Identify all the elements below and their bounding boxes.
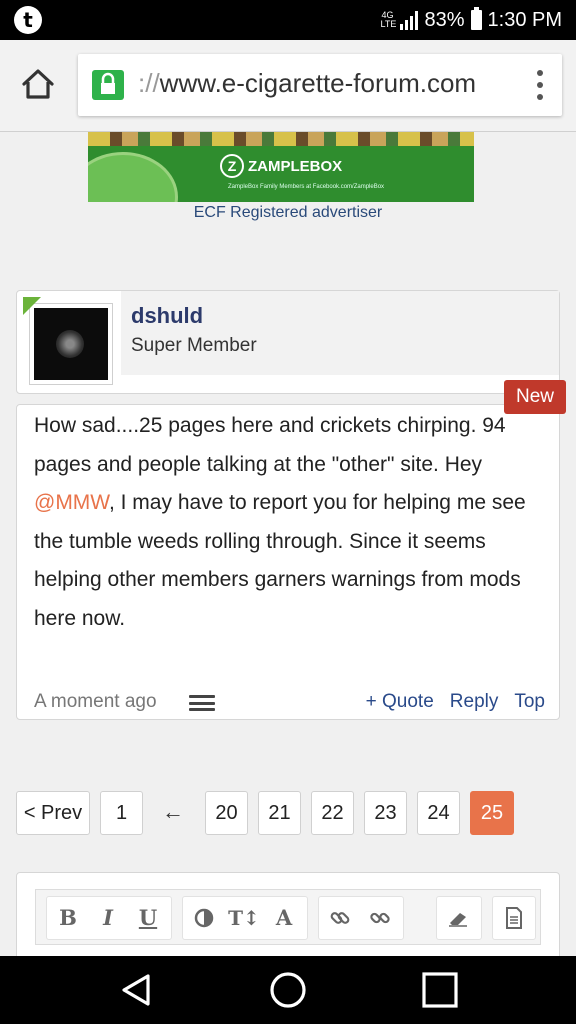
ad-product-image [88,132,474,146]
message-text-start: How sad....25 pages here and crickets ch… [34,414,506,476]
address-bar[interactable]: ://www.e-cigarette-forum.com [78,54,562,116]
battery-icon [470,7,482,30]
ad-logo: Z ZAMPLEBOX [220,154,342,178]
back-icon[interactable] [116,970,156,1010]
user-info: dshuld Super Member [121,291,559,375]
post-actions: + Quote Reply Top [366,691,545,713]
bold-button[interactable]: B [51,897,85,939]
post-timestamp[interactable]: A moment ago [34,691,157,713]
advertisement-banner[interactable]: Z ZAMPLEBOX ZampleBox Family Members at … [88,132,474,202]
new-badge: New [504,380,566,414]
document-icon[interactable] [497,897,531,939]
link-group [318,896,404,940]
ad-fine-print: ZampleBox Family Members at Facebook.com… [228,184,385,190]
overflow-menu-icon[interactable] [536,70,544,100]
text-style-group: T↕ A [182,896,308,940]
top-button[interactable]: Top [514,691,545,713]
post-footer: A moment ago + Quote Reply Top [17,691,561,715]
message-body: How sad....25 pages here and crickets ch… [34,407,534,639]
page-22-button[interactable]: 22 [311,791,354,835]
italic-button[interactable]: I [91,897,125,939]
contrast-icon[interactable] [187,897,221,939]
status-indicators: 4G LTE 83% 1:30 PM [380,0,562,40]
eraser-icon[interactable] [441,897,475,939]
ad-brand: ZAMPLEBOX [248,157,343,175]
url-text[interactable]: ://www.e-cigarette-forum.com [138,68,476,99]
lock-icon [92,70,124,100]
page-1-button[interactable]: 1 [100,791,143,835]
mention-link[interactable]: @MMW [34,491,109,514]
zamplebox-logo-icon: Z [220,154,244,178]
post-message: How sad....25 pages here and crickets ch… [16,404,560,720]
underline-button[interactable]: U [131,897,165,939]
quote-button[interactable]: + Quote [366,691,434,713]
recents-icon[interactable] [420,970,460,1010]
eraser-group [436,896,482,940]
text-format-group: B I U [46,896,172,940]
avatar-image [34,308,108,380]
prev-page-button[interactable]: < Prev [16,791,90,835]
url-scheme: :// [138,68,160,98]
page-skip-arrow-icon: ← [162,799,184,824]
home-icon[interactable] [20,66,56,102]
link-icon[interactable] [323,897,357,939]
signal-icon [400,10,419,30]
username-link[interactable]: dshuld [131,303,203,329]
font-color-button[interactable]: A [267,897,301,939]
page-21-button[interactable]: 21 [258,791,301,835]
source-group [492,896,536,940]
ad-caption: ECF Registered advertiser [193,204,383,221]
android-nav-bar [0,956,576,1024]
user-title: Super Member [131,335,257,356]
editor-toolbar: B I U T↕ A [35,889,541,945]
home-circle-icon[interactable] [268,970,308,1010]
status-bar: t 4G LTE 83% 1:30 PM [0,0,576,40]
page-23-button[interactable]: 23 [364,791,407,835]
unlink-icon[interactable] [363,897,397,939]
avatar[interactable] [29,303,113,385]
page-25-current[interactable]: 25 [470,791,514,835]
hamburger-menu-icon[interactable] [189,695,215,711]
ad-sticker [88,152,178,202]
page-20-button[interactable]: 20 [205,791,248,835]
reply-editor: B I U T↕ A [16,872,560,962]
url-host: www.e-cigarette-forum.com [159,68,477,98]
browser-toolbar: ://www.e-cigarette-forum.com [0,40,576,132]
network-type-icon: 4G LTE [380,10,397,29]
tumblr-icon: t [14,6,42,34]
clock: 1:30 PM [487,8,562,31]
post-author-card: dshuld Super Member [16,290,560,394]
reply-button[interactable]: Reply [450,691,499,713]
battery-percent: 83% [424,8,465,31]
online-indicator [23,297,41,315]
text-size-icon[interactable]: T↕ [227,897,261,939]
page-24-button[interactable]: 24 [417,791,460,835]
